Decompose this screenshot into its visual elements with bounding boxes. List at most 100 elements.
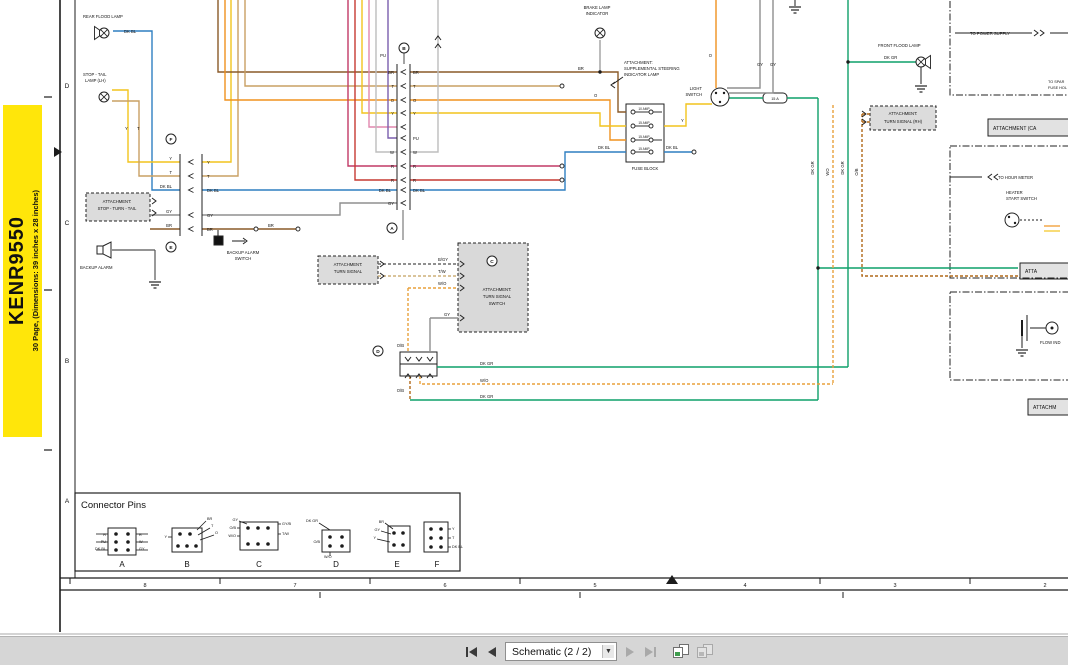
wire bbox=[664, 104, 712, 126]
pin-dot bbox=[266, 526, 270, 530]
last-page-button[interactable] bbox=[643, 645, 658, 659]
label: O/B bbox=[313, 540, 320, 544]
arrow-icon bbox=[416, 357, 422, 361]
label: LIGHT bbox=[690, 86, 703, 91]
label: GY bbox=[444, 312, 450, 317]
terminal bbox=[649, 150, 653, 154]
label: GY bbox=[375, 528, 381, 532]
label: BR bbox=[388, 70, 394, 75]
terminal bbox=[254, 227, 258, 231]
pin-dot bbox=[176, 544, 180, 548]
label: DK BL bbox=[124, 29, 137, 34]
connector-pin-arrow bbox=[401, 136, 406, 141]
label: 2 bbox=[1043, 583, 1046, 589]
label: SWITCH bbox=[489, 301, 506, 306]
label: B bbox=[65, 358, 69, 365]
arrow-left-icon bbox=[488, 647, 496, 657]
lamp-cone bbox=[95, 27, 100, 40]
box bbox=[950, 146, 1068, 278]
connector-designator-letter: A bbox=[390, 226, 394, 232]
terminal bbox=[560, 178, 564, 182]
label: GY bbox=[770, 62, 776, 67]
pin-dot bbox=[392, 543, 396, 547]
pin-dot bbox=[126, 540, 130, 544]
label: T bbox=[137, 126, 140, 131]
label: D bbox=[333, 560, 339, 569]
label: 15 AMP bbox=[638, 147, 649, 151]
label: 6 bbox=[443, 583, 446, 589]
arrow-icon bbox=[427, 357, 433, 361]
connector-pin-arrow bbox=[401, 164, 406, 169]
label: Y bbox=[207, 160, 210, 165]
label: TURN SIGNAL bbox=[483, 294, 512, 299]
connector-pin-arrow bbox=[401, 111, 406, 116]
label: BACKUP ALARM bbox=[227, 250, 260, 255]
label: BR bbox=[207, 517, 213, 521]
next-view-button[interactable] bbox=[697, 644, 714, 659]
first-page-icon bbox=[466, 647, 468, 657]
connector-pin-arrow bbox=[189, 213, 194, 218]
junction-dot bbox=[816, 266, 819, 269]
label: C bbox=[65, 220, 70, 227]
wire bbox=[410, 72, 626, 112]
label: 15 A bbox=[771, 97, 779, 101]
terminal bbox=[649, 124, 653, 128]
previous-page-button[interactable] bbox=[486, 645, 498, 659]
label: DK GR bbox=[480, 394, 493, 399]
label: Y bbox=[373, 536, 376, 540]
label: W bbox=[390, 150, 394, 155]
label: R bbox=[103, 533, 106, 537]
label: Y bbox=[452, 527, 455, 531]
pin-dot bbox=[256, 542, 260, 546]
connector-pin-arrow bbox=[189, 174, 194, 179]
box bbox=[108, 528, 136, 555]
pin-dot bbox=[126, 532, 130, 536]
label: DK GR bbox=[480, 361, 493, 366]
pin-dot bbox=[126, 548, 130, 552]
first-page-button[interactable] bbox=[464, 645, 479, 659]
label: START SWITCH bbox=[1006, 196, 1037, 201]
previous-view-button[interactable] bbox=[673, 644, 690, 659]
next-page-button[interactable] bbox=[624, 645, 636, 659]
label: PU bbox=[101, 540, 107, 544]
junction-dot bbox=[598, 70, 601, 73]
label: 4 bbox=[743, 583, 746, 589]
page-select-dropdown[interactable]: Schematic (2 / 2) ▼ bbox=[505, 642, 617, 661]
label: 8 bbox=[143, 583, 146, 589]
label: Connector Pins bbox=[81, 500, 146, 511]
pin-dot bbox=[246, 542, 250, 546]
pin-dot bbox=[178, 532, 182, 536]
pin-dot bbox=[429, 545, 433, 549]
connector-pin-arrow bbox=[189, 188, 194, 193]
label: 5 bbox=[593, 583, 596, 589]
label: T bbox=[169, 170, 172, 175]
pin-dot bbox=[429, 536, 433, 540]
wire bbox=[410, 100, 626, 140]
connector-designator-letter: B bbox=[402, 46, 406, 52]
pin-dot bbox=[256, 526, 260, 530]
label: W/O bbox=[324, 555, 332, 559]
wire bbox=[862, 114, 1018, 276]
page-select-value: Schematic (2 / 2) bbox=[512, 646, 597, 658]
wire bbox=[410, 152, 626, 190]
speaker-icon bbox=[103, 242, 111, 258]
terminal bbox=[631, 110, 635, 114]
arrow-right-icon bbox=[645, 647, 653, 657]
terminal bbox=[631, 138, 635, 142]
label: BRAKE LAMP bbox=[584, 5, 611, 10]
label: O bbox=[215, 531, 218, 535]
label: Y bbox=[413, 111, 416, 116]
junction-dot bbox=[715, 92, 717, 94]
label: BACKUP ALARM bbox=[80, 265, 113, 270]
label: HEATER bbox=[1006, 190, 1023, 195]
pin-dot bbox=[439, 527, 443, 531]
pages-icon-mark bbox=[675, 652, 680, 656]
connector-pin-arrow bbox=[401, 98, 406, 103]
label: SWITCH bbox=[685, 92, 702, 97]
label: T bbox=[207, 174, 210, 179]
terminal bbox=[649, 110, 653, 114]
viewer-root: FBACDEREAR FLOOD LAMPDK BLSTOP - TAILLAM… bbox=[0, 0, 1068, 665]
pin-dot bbox=[439, 536, 443, 540]
terminal bbox=[631, 124, 635, 128]
box bbox=[870, 106, 936, 130]
